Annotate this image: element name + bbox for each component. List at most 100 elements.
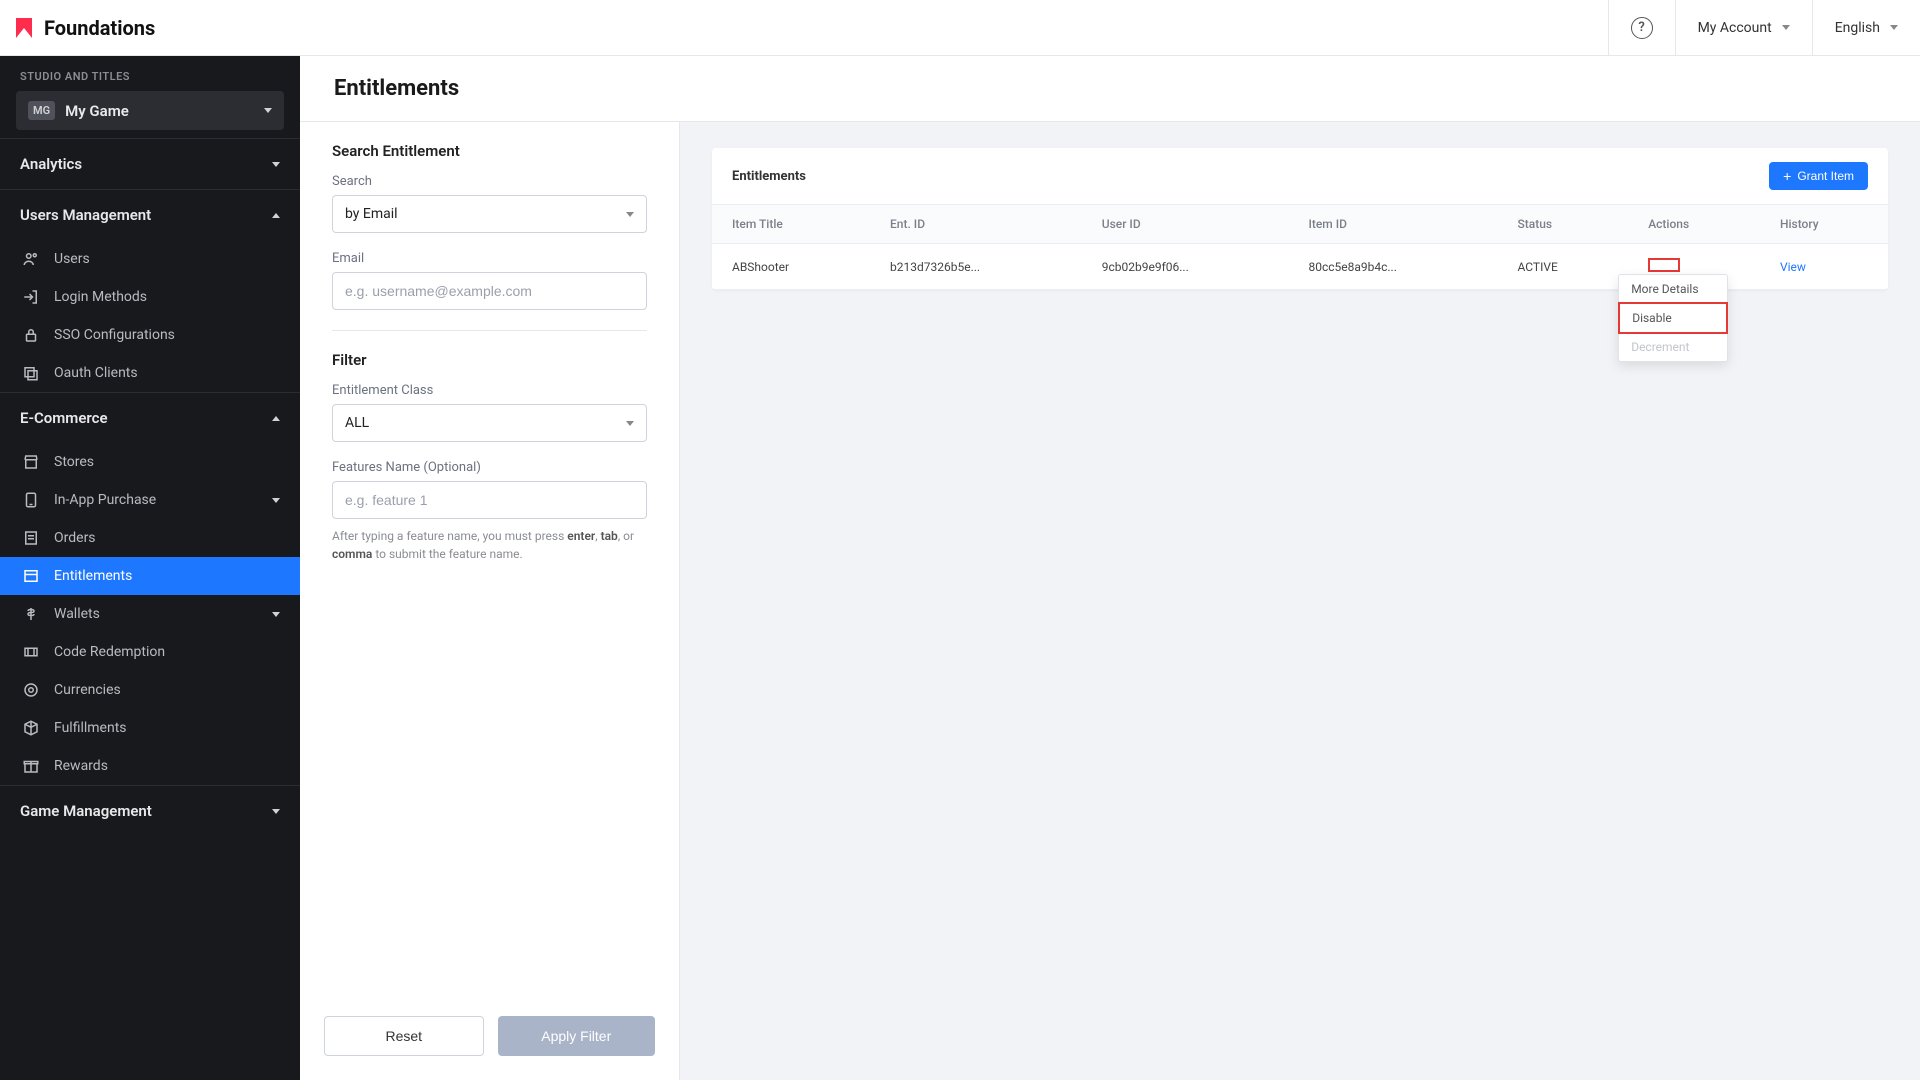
fulfillment-icon	[22, 719, 40, 737]
chevron-down-icon	[272, 612, 280, 617]
currencies-icon	[22, 681, 40, 699]
sidebar-item-stores[interactable]: Stores	[0, 443, 300, 481]
game-selector[interactable]: MG My Game	[16, 91, 284, 130]
wallet-icon	[22, 605, 40, 623]
col-user-id: User ID	[1082, 205, 1289, 244]
sidebar-item-label: Oauth Clients	[54, 365, 138, 381]
divider	[332, 330, 647, 331]
logo-area: Foundations	[0, 16, 155, 40]
history-view-link[interactable]: View	[1780, 260, 1806, 274]
features-label: Features Name (Optional)	[332, 460, 647, 475]
oauth-icon	[22, 364, 40, 382]
col-history: History	[1760, 205, 1888, 244]
entitlement-class-select[interactable]: ALL	[332, 404, 647, 442]
sidebar-item-label: In-App Purchase	[54, 492, 156, 508]
logo-icon	[12, 16, 36, 40]
lock-icon	[22, 326, 40, 344]
features-input[interactable]	[332, 481, 647, 519]
sidebar-item-label: Code Redemption	[54, 644, 165, 660]
filter-panel: Search Entitlement Search by Email Email…	[300, 122, 680, 1080]
chevron-up-icon	[272, 213, 280, 218]
analytics-label: Analytics	[20, 155, 82, 173]
sidebar-item-oauth[interactable]: Oauth Clients	[0, 354, 300, 392]
sidebar-item-rewards[interactable]: Rewards	[0, 747, 300, 785]
brand-name: Foundations	[44, 16, 155, 40]
sidebar-item-users[interactable]: Users	[0, 240, 300, 278]
chevron-down-icon	[1782, 25, 1790, 30]
table-row: ABShooter b213d7326b5e... 9cb02b9e9f06..…	[712, 244, 1888, 290]
sidebar-item-iap[interactable]: In-App Purchase	[0, 481, 300, 519]
chevron-up-icon	[272, 416, 280, 421]
users-mgmt-label: Users Management	[20, 206, 151, 224]
game-name: My Game	[65, 102, 254, 120]
sidebar-item-code-redemption[interactable]: Code Redemption	[0, 633, 300, 671]
sidebar-item-entitlements[interactable]: Entitlements	[0, 557, 300, 595]
class-label: Entitlement Class	[332, 383, 647, 398]
chevron-down-icon	[1890, 25, 1898, 30]
helper-text: After typing a feature name, you must pr…	[332, 527, 647, 563]
sidebar-group-analytics[interactable]: Analytics	[0, 139, 300, 189]
cell-history: View	[1760, 244, 1888, 290]
language-menu[interactable]: English	[1812, 0, 1920, 55]
search-label: Search	[332, 174, 647, 189]
card-title: Entitlements	[732, 169, 806, 184]
plus-icon: +	[1783, 169, 1791, 183]
sidebar-item-fulfillments[interactable]: Fulfillments	[0, 709, 300, 747]
sidebar-item-wallets[interactable]: Wallets	[0, 595, 300, 633]
store-icon	[22, 453, 40, 471]
sidebar-item-orders[interactable]: Orders	[0, 519, 300, 557]
actions-dropdown: More Details Disable Decrement	[1618, 274, 1728, 362]
col-item-id: Item ID	[1288, 205, 1497, 244]
chevron-down-icon	[626, 212, 634, 217]
chevron-down-icon	[626, 421, 634, 426]
sidebar-item-label: Login Methods	[54, 289, 147, 305]
game-mgmt-label: Game Management	[20, 802, 152, 820]
code-icon	[22, 643, 40, 661]
my-account-menu[interactable]: My Account	[1675, 0, 1812, 55]
top-right: ? My Account English	[1608, 0, 1920, 55]
cell-ent-id: b213d7326b5e...	[870, 244, 1082, 290]
sidebar-item-label: Orders	[54, 530, 96, 546]
row-actions-button[interactable]	[1648, 258, 1680, 272]
orders-icon	[22, 529, 40, 547]
dropdown-disable[interactable]: Disable	[1618, 302, 1728, 334]
sidebar-item-label: Users	[54, 251, 90, 267]
sidebar: STUDIO AND TITLES MG My Game Analytics U…	[0, 56, 300, 1080]
sidebar-item-label: SSO Configurations	[54, 327, 175, 343]
grant-item-label: Grant Item	[1797, 169, 1854, 183]
sidebar-item-label: Wallets	[54, 606, 100, 622]
entitlements-card: Entitlements + Grant Item Item Title Ent…	[712, 148, 1888, 290]
login-icon	[22, 288, 40, 306]
sidebar-item-label: Rewards	[54, 758, 108, 774]
grant-item-button[interactable]: + Grant Item	[1769, 162, 1868, 190]
sidebar-item-label: Stores	[54, 454, 94, 470]
reset-button[interactable]: Reset	[324, 1016, 484, 1056]
sidebar-item-label: Currencies	[54, 682, 121, 698]
top-header: Foundations ? My Account English	[0, 0, 1920, 56]
dropdown-decrement: Decrement	[1619, 333, 1727, 361]
sidebar-group-users[interactable]: Users Management	[0, 190, 300, 240]
my-account-label: My Account	[1698, 20, 1772, 36]
apply-filter-button[interactable]: Apply Filter	[498, 1016, 656, 1056]
col-ent-id: Ent. ID	[870, 205, 1082, 244]
rewards-icon	[22, 757, 40, 775]
search-section-title: Search Entitlement	[332, 142, 647, 160]
sidebar-item-currencies[interactable]: Currencies	[0, 671, 300, 709]
sidebar-item-sso[interactable]: SSO Configurations	[0, 316, 300, 354]
page-title: Entitlements	[334, 76, 1886, 101]
class-value: ALL	[345, 415, 369, 431]
sidebar-group-game-mgmt[interactable]: Game Management	[0, 786, 300, 836]
help-button[interactable]: ?	[1608, 0, 1675, 55]
entitlements-table: Item Title Ent. ID User ID Item ID Statu…	[712, 205, 1888, 290]
email-input[interactable]	[332, 272, 647, 310]
page-title-bar: Entitlements	[300, 56, 1920, 122]
table-area: Entitlements + Grant Item Item Title Ent…	[680, 122, 1920, 1080]
help-icon: ?	[1631, 17, 1653, 39]
sidebar-group-ecommerce[interactable]: E-Commerce	[0, 393, 300, 443]
search-by-select[interactable]: by Email	[332, 195, 647, 233]
dropdown-more-details[interactable]: More Details	[1619, 275, 1727, 303]
sidebar-item-login-methods[interactable]: Login Methods	[0, 278, 300, 316]
col-status: Status	[1498, 205, 1629, 244]
language-label: English	[1835, 20, 1880, 36]
chevron-down-icon	[272, 498, 280, 503]
